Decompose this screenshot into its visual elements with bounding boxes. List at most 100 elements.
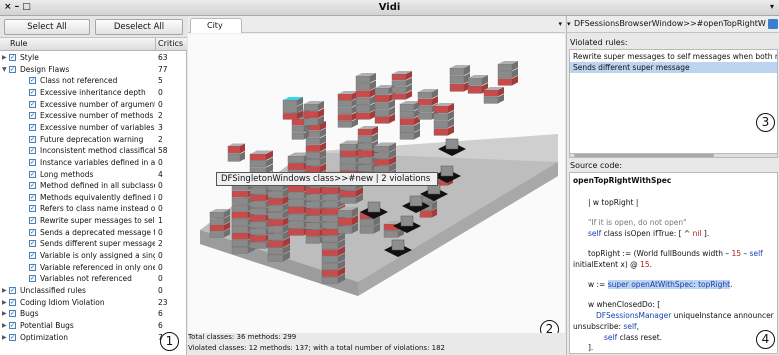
rule-checkbox[interactable]: ✓ <box>29 193 36 201</box>
class-building[interactable] <box>449 65 470 92</box>
rule-category-row[interactable]: ▼ ✓ Design Flaws 77 <box>0 64 187 75</box>
class-building[interactable] <box>355 73 376 120</box>
window-menu-icon[interactable]: ▾ <box>770 2 774 11</box>
tab-menu-icon[interactable]: ▾ <box>558 20 562 28</box>
expand-arrow-icon[interactable]: ▶ <box>2 332 8 343</box>
rule-checkbox[interactable]: ✓ <box>29 123 36 131</box>
violated-rule-item[interactable]: Rewrite super messages to self messages … <box>570 51 777 62</box>
details-panel: ▾ DFSessionsBrowserWindow>>#openTopRight… <box>566 16 779 355</box>
class-building[interactable] <box>227 143 245 162</box>
book-icon[interactable] <box>768 19 778 29</box>
rule-row[interactable]: ✓ Excessive number of arguments 0 <box>0 99 187 110</box>
rule-checkbox[interactable]: ✓ <box>29 135 36 143</box>
rule-row[interactable]: ✓ Variable referenced in only one m0 <box>0 262 187 273</box>
tab-bar: City ▾ <box>188 16 565 33</box>
rule-row[interactable]: ✓ Excessive inheritance depth 0 <box>0 87 187 98</box>
rule-label: Optimization <box>20 332 68 342</box>
violated-rule-item[interactable]: Sends different super message <box>570 62 777 73</box>
rule-row[interactable]: ✓ Long methods 4 <box>0 169 187 180</box>
rule-checkbox[interactable]: ✓ <box>29 252 36 260</box>
class-building[interactable] <box>433 103 454 136</box>
class-building[interactable] <box>303 101 324 126</box>
rule-count: 63 <box>158 53 168 62</box>
code-city-3d[interactable] <box>188 34 565 342</box>
rule-row[interactable]: ✓ Sends a deprecated message to 0 <box>0 227 187 238</box>
rule-row[interactable]: ✓ Future deprecation warning 2 <box>0 134 187 145</box>
rule-category-row[interactable]: ▶✓Optimization7 <box>0 332 187 343</box>
select-all-button[interactable]: Select All <box>4 19 90 35</box>
rule-checkbox[interactable]: ✓ <box>9 333 16 341</box>
class-building[interactable] <box>267 180 290 262</box>
rule-row[interactable]: ✓ Refers to class name instead of 0 <box>0 203 187 214</box>
expand-arrow-icon[interactable]: ▶ <box>2 308 8 319</box>
rule-checkbox[interactable]: ✓ <box>29 170 36 178</box>
expand-arrow-icon[interactable]: ▶ <box>2 297 8 308</box>
rule-checkbox[interactable]: ✓ <box>29 112 36 120</box>
rule-row[interactable]: ✓ Inconsistent method classificatio 58 <box>0 145 187 156</box>
tab-city[interactable]: City <box>190 18 242 33</box>
code-line-unsubscribe: unsubscribe: self, <box>573 322 640 331</box>
rule-row[interactable]: ✓ Variables not referenced 0 <box>0 273 187 284</box>
violated-rules-scrollbar[interactable] <box>569 153 778 158</box>
rule-column-label[interactable]: Rule <box>10 39 27 48</box>
class-building[interactable] <box>391 71 412 100</box>
rule-checkbox[interactable]: ✓ <box>29 158 36 166</box>
rule-checkbox[interactable]: ✓ <box>9 54 16 61</box>
rule-row[interactable]: ✓ Sends different super message 2 <box>0 238 187 249</box>
rule-checkbox[interactable]: ✓ <box>29 182 36 190</box>
rule-row[interactable]: ✓ Class not referenced 5 <box>0 75 187 86</box>
rule-checkbox[interactable]: ✓ <box>29 147 36 155</box>
class-building[interactable] <box>483 87 504 104</box>
class-building[interactable] <box>337 207 358 234</box>
comment-line: "If it is open, do not open" <box>588 218 687 227</box>
rule-checkbox[interactable]: ✓ <box>9 321 16 329</box>
rule-row[interactable]: ✓ Excessive number of methods 2 <box>0 110 187 121</box>
rule-count: 6 <box>158 309 163 319</box>
rule-row[interactable]: ✓ Method defined in all subclasses. 0 <box>0 180 187 191</box>
rule-count: 0 <box>158 192 163 202</box>
rule-checkbox[interactable]: ✓ <box>29 100 36 108</box>
rule-label: Sends a deprecated message to <box>40 227 155 237</box>
deselect-all-button[interactable]: Deselect All <box>95 19 183 35</box>
rule-checkbox[interactable]: ✓ <box>9 65 16 73</box>
rule-row[interactable]: ✓ Instance variables defined in all s0 <box>0 157 187 168</box>
rule-checkbox[interactable]: ✓ <box>29 275 36 283</box>
class-building[interactable] <box>497 61 518 86</box>
rule-category-row[interactable]: ▶ ✓ Style 63 <box>0 52 187 63</box>
highlighted-super-send: super openAtWithSpec: topRight <box>607 280 731 289</box>
collapse-arrow-icon[interactable]: ▼ <box>2 64 8 75</box>
rule-category-row[interactable]: ▶ ✓ Coding Idiom Violation 23 <box>0 297 187 308</box>
rule-checkbox[interactable]: ✓ <box>9 298 16 306</box>
rule-checkbox[interactable]: ✓ <box>29 228 36 236</box>
rule-checkbox[interactable]: ✓ <box>9 287 16 294</box>
expand-arrow-icon[interactable]: ▶ <box>2 320 8 331</box>
rule-row[interactable]: ✓ Methods equivalently defined in 0 <box>0 192 187 203</box>
violated-rules-list[interactable]: Rewrite super messages to self messages … <box>569 49 778 154</box>
class-building[interactable] <box>282 97 303 120</box>
rule-count: 0 <box>158 157 163 167</box>
header-menu-icon[interactable]: ▾ <box>567 20 571 28</box>
rule-checkbox[interactable]: ✓ <box>29 263 36 271</box>
class-building[interactable] <box>399 101 420 140</box>
source-code-view[interactable]: openTopRightWithSpec | w topRight | "If … <box>569 172 778 354</box>
rule-label: Long methods <box>40 169 94 179</box>
rule-label: Design Flaws <box>20 64 70 74</box>
rule-category-row[interactable]: ▶ ✓ Unclassified rules 0 <box>0 285 187 296</box>
rule-category-row[interactable]: ▶ ✓ Potential Bugs 6 <box>0 320 187 331</box>
city-view[interactable]: DFSingletonWindows class>>#new | 2 viola… <box>188 34 565 342</box>
rule-checkbox[interactable]: ✓ <box>29 88 36 96</box>
rule-checkbox[interactable]: ✓ <box>29 240 36 248</box>
rule-checkbox[interactable]: ✓ <box>29 205 36 213</box>
rule-row[interactable]: ✓ Variable is only assigned a single 0 <box>0 250 187 261</box>
rule-row[interactable]: ✓ Excessive number of variables 3 <box>0 122 187 133</box>
rule-category-row[interactable]: ▶ ✓ Bugs 6 <box>0 308 187 319</box>
critics-column-label[interactable]: Critics <box>158 39 183 48</box>
rule-row[interactable]: ✓ Rewrite super messages to self m1 <box>0 215 187 226</box>
rule-label: Refers to class name instead of <box>40 204 155 214</box>
rule-checkbox[interactable]: ✓ <box>29 77 36 85</box>
expand-arrow-icon[interactable]: ▶ <box>2 52 8 63</box>
class-building[interactable] <box>337 91 358 128</box>
rule-checkbox[interactable]: ✓ <box>29 217 36 225</box>
rule-checkbox[interactable]: ✓ <box>9 310 16 318</box>
expand-arrow-icon[interactable]: ▶ <box>2 285 8 296</box>
